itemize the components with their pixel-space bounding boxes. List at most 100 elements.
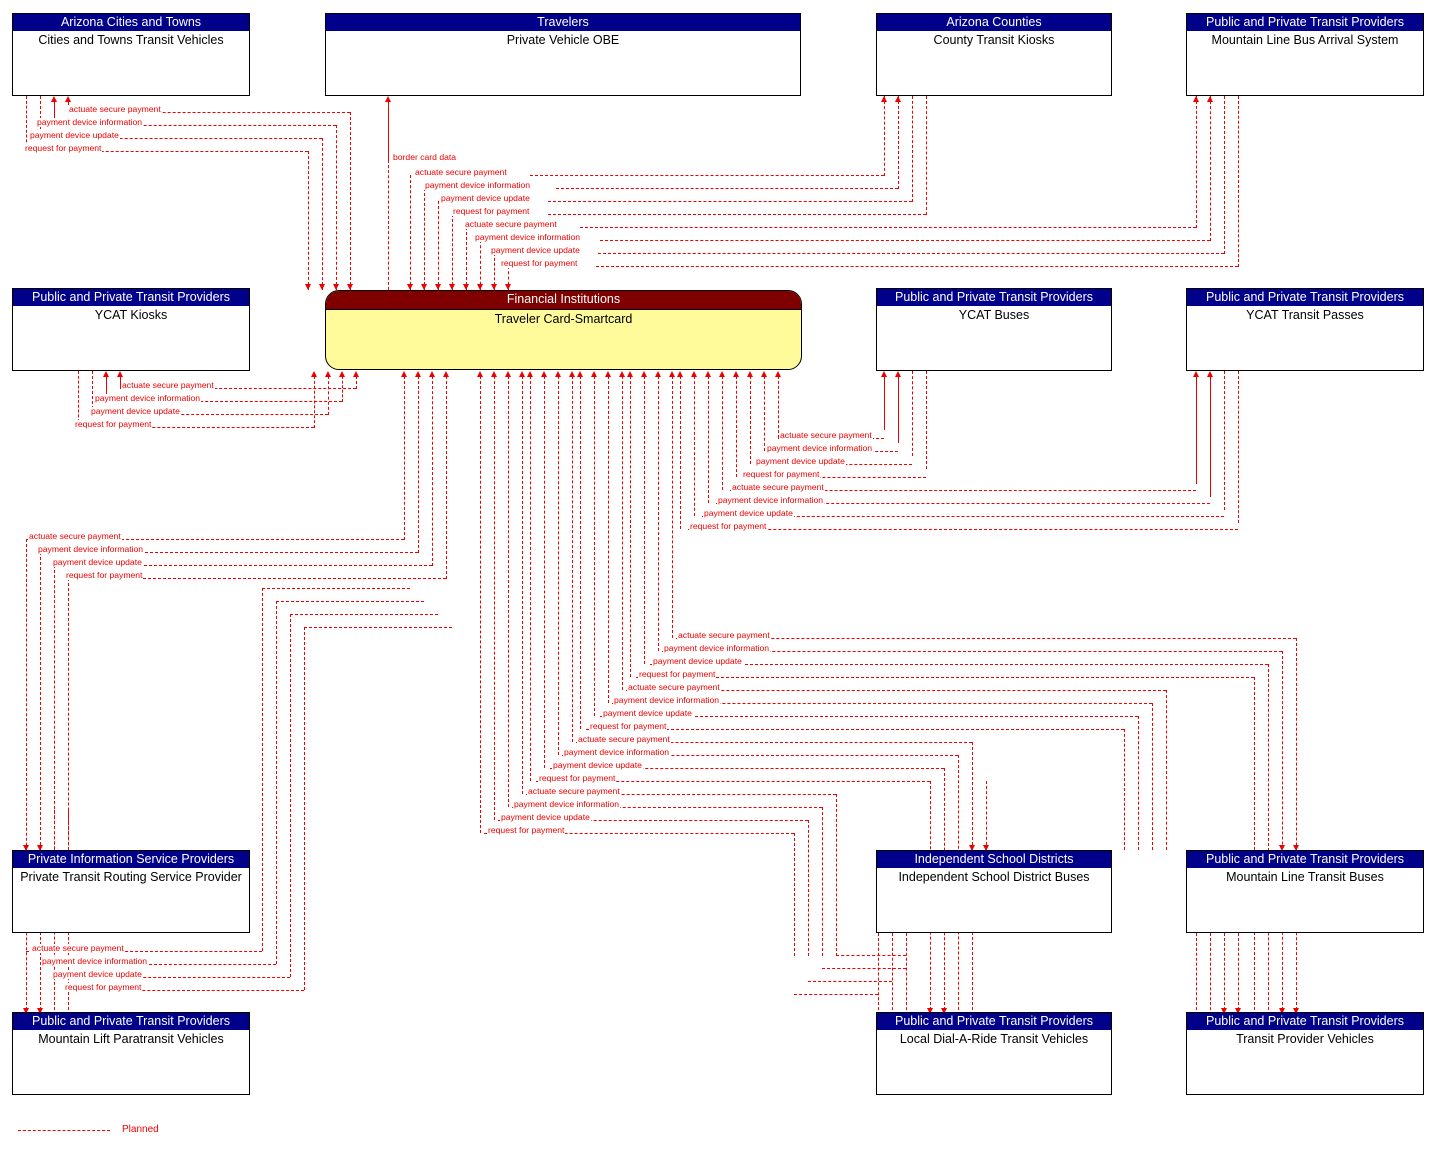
flow-line-h xyxy=(556,188,898,189)
node-mountain-lift-paratransit-vehicles[interactable]: Public and Private Transit Providers Mou… xyxy=(12,1012,250,1095)
legend-planned-label: Planned xyxy=(122,1124,159,1135)
flow-line-h xyxy=(580,227,1196,228)
node-name-label: Transit Provider Vehicles xyxy=(1236,1032,1374,1046)
node-county-transit-kiosks[interactable]: Arizona Counties County Transit Kiosks xyxy=(876,13,1112,96)
flow-line-v xyxy=(304,627,305,990)
flow-line-v xyxy=(342,376,343,402)
flow-line-v xyxy=(1224,371,1225,510)
flow-line-v xyxy=(1268,664,1269,1015)
node-local-dial-a-ride-transit-vehicles[interactable]: Public and Private Transit Providers Loc… xyxy=(876,1012,1112,1095)
node-cities-towns-transit-vehicles[interactable]: Arizona Cities and Towns Cities and Town… xyxy=(12,13,250,96)
node-stakeholder-label: Travelers xyxy=(326,14,800,31)
flow-arrow-up xyxy=(1192,96,1199,102)
flow-line-v xyxy=(480,240,481,290)
flow-line-v xyxy=(314,376,315,428)
flow-line-v xyxy=(694,376,695,516)
flow-line-h xyxy=(596,266,1238,267)
flow-line-v xyxy=(926,371,927,469)
flow-line-v xyxy=(1196,375,1197,484)
flow-label: payment device update xyxy=(703,508,794,518)
flow-line-v xyxy=(424,188,425,290)
focus-name-label: Traveler Card-Smartcard xyxy=(494,312,633,326)
node-name-label: Local Dial-A-Ride Transit Vehicles xyxy=(899,1032,1089,1046)
flow-label: actuate secure payment xyxy=(68,104,162,114)
flow-arrow-up xyxy=(384,96,391,102)
flow-line-v xyxy=(1224,933,1225,1015)
flow-arrow-up xyxy=(50,96,57,102)
flow-line-v xyxy=(1196,96,1197,228)
flow-arrow-up xyxy=(504,371,511,377)
flow-line-v xyxy=(680,376,681,529)
flow-arrow-up xyxy=(668,371,675,377)
flow-label: payment device update xyxy=(52,557,143,567)
flow-line-v xyxy=(1210,96,1211,241)
flow-arrow-up xyxy=(310,371,317,377)
flow-arrow-up xyxy=(880,96,887,102)
flow-label: actuate secure payment xyxy=(414,167,508,177)
flow-arrow-up xyxy=(518,371,525,377)
flow-line-v xyxy=(388,160,389,290)
flow-label: actuate secure payment xyxy=(677,630,771,640)
flow-label: actuate secure payment xyxy=(121,380,215,390)
flow-arrow-up xyxy=(476,371,483,377)
flow-line-h xyxy=(276,601,424,602)
flow-line-v xyxy=(1138,716,1139,850)
node-private-vehicle-obe[interactable]: Travelers Private Vehicle OBE xyxy=(325,13,801,96)
flow-line-v xyxy=(1224,96,1225,254)
flow-arrow-up xyxy=(590,371,597,377)
flow-label: payment device update xyxy=(552,760,643,770)
node-ycat-buses[interactable]: Public and Private Transit Providers YCA… xyxy=(876,288,1112,371)
node-ycat-kiosks[interactable]: Public and Private Transit Providers YCA… xyxy=(12,288,250,371)
flow-label-border-card-data: border card data xyxy=(392,152,458,162)
flow-line-v xyxy=(1152,703,1153,850)
flow-line-v xyxy=(466,227,467,290)
flow-line-v xyxy=(794,833,795,956)
node-independent-school-district-buses[interactable]: Independent School Districts Independent… xyxy=(876,850,1112,933)
node-stakeholder-label: Private Information Service Providers xyxy=(13,851,249,868)
flow-line-v xyxy=(1254,677,1255,1015)
flow-line-v xyxy=(530,376,531,781)
flow-label: payment device information xyxy=(717,495,825,505)
focus-element-traveler-card-smartcard[interactable]: Financial Institutions Traveler Card-Sma… xyxy=(325,290,802,370)
node-name-label: Cities and Towns Transit Vehicles xyxy=(38,33,224,47)
node-transit-provider-vehicles[interactable]: Public and Private Transit Providers Tra… xyxy=(1186,1012,1424,1095)
flow-line-v xyxy=(350,112,351,290)
node-stakeholder-label: Public and Private Transit Providers xyxy=(877,289,1111,306)
flow-line-h xyxy=(548,214,926,215)
node-stakeholder-label: Public and Private Transit Providers xyxy=(1187,851,1423,868)
legend: Planned xyxy=(18,1123,238,1139)
flow-label: request for payment xyxy=(742,469,821,479)
flow-line-v xyxy=(1296,638,1297,1015)
flow-line-h xyxy=(548,201,912,202)
flow-line-v xyxy=(736,376,737,477)
flow-label: request for payment xyxy=(74,419,153,429)
node-private-transit-routing-service-provider[interactable]: Private Information Service Providers Pr… xyxy=(12,850,250,933)
flow-line-v xyxy=(276,601,277,964)
node-ycat-transit-passes[interactable]: Public and Private Transit Providers YCA… xyxy=(1186,288,1424,371)
flow-arrow-up xyxy=(352,371,359,377)
flow-arrow-up xyxy=(1192,371,1199,377)
node-mountain-line-transit-buses[interactable]: Public and Private Transit Providers Mou… xyxy=(1186,850,1424,933)
flow-line-v xyxy=(926,96,927,215)
flow-label: payment device update xyxy=(652,656,743,666)
flow-line-v xyxy=(290,614,291,977)
flow-label: payment device information xyxy=(36,117,144,127)
node-name-label: Mountain Line Transit Buses xyxy=(1226,870,1384,884)
flow-label: payment device information xyxy=(41,956,149,966)
flow-label: request for payment xyxy=(65,570,144,580)
flow-line-v xyxy=(494,376,495,820)
node-stakeholder-label: Public and Private Transit Providers xyxy=(13,289,249,306)
node-stakeholder-label: Arizona Cities and Towns xyxy=(13,14,249,31)
flow-arrow-up xyxy=(1206,371,1213,377)
flow-line-v xyxy=(884,96,885,176)
flow-line-v xyxy=(1210,933,1211,1015)
flow-line-v xyxy=(54,810,55,850)
flow-line-h xyxy=(262,588,410,589)
flow-label: payment device update xyxy=(602,708,693,718)
flow-label: actuate secure payment xyxy=(464,219,558,229)
node-mountain-line-bus-arrival-system[interactable]: Public and Private Transit Providers Mou… xyxy=(1186,13,1424,96)
flow-line-v xyxy=(778,376,779,438)
flow-label: actuate secure payment xyxy=(527,786,621,796)
flow-line-v xyxy=(356,376,357,389)
flow-line-v xyxy=(580,376,581,729)
